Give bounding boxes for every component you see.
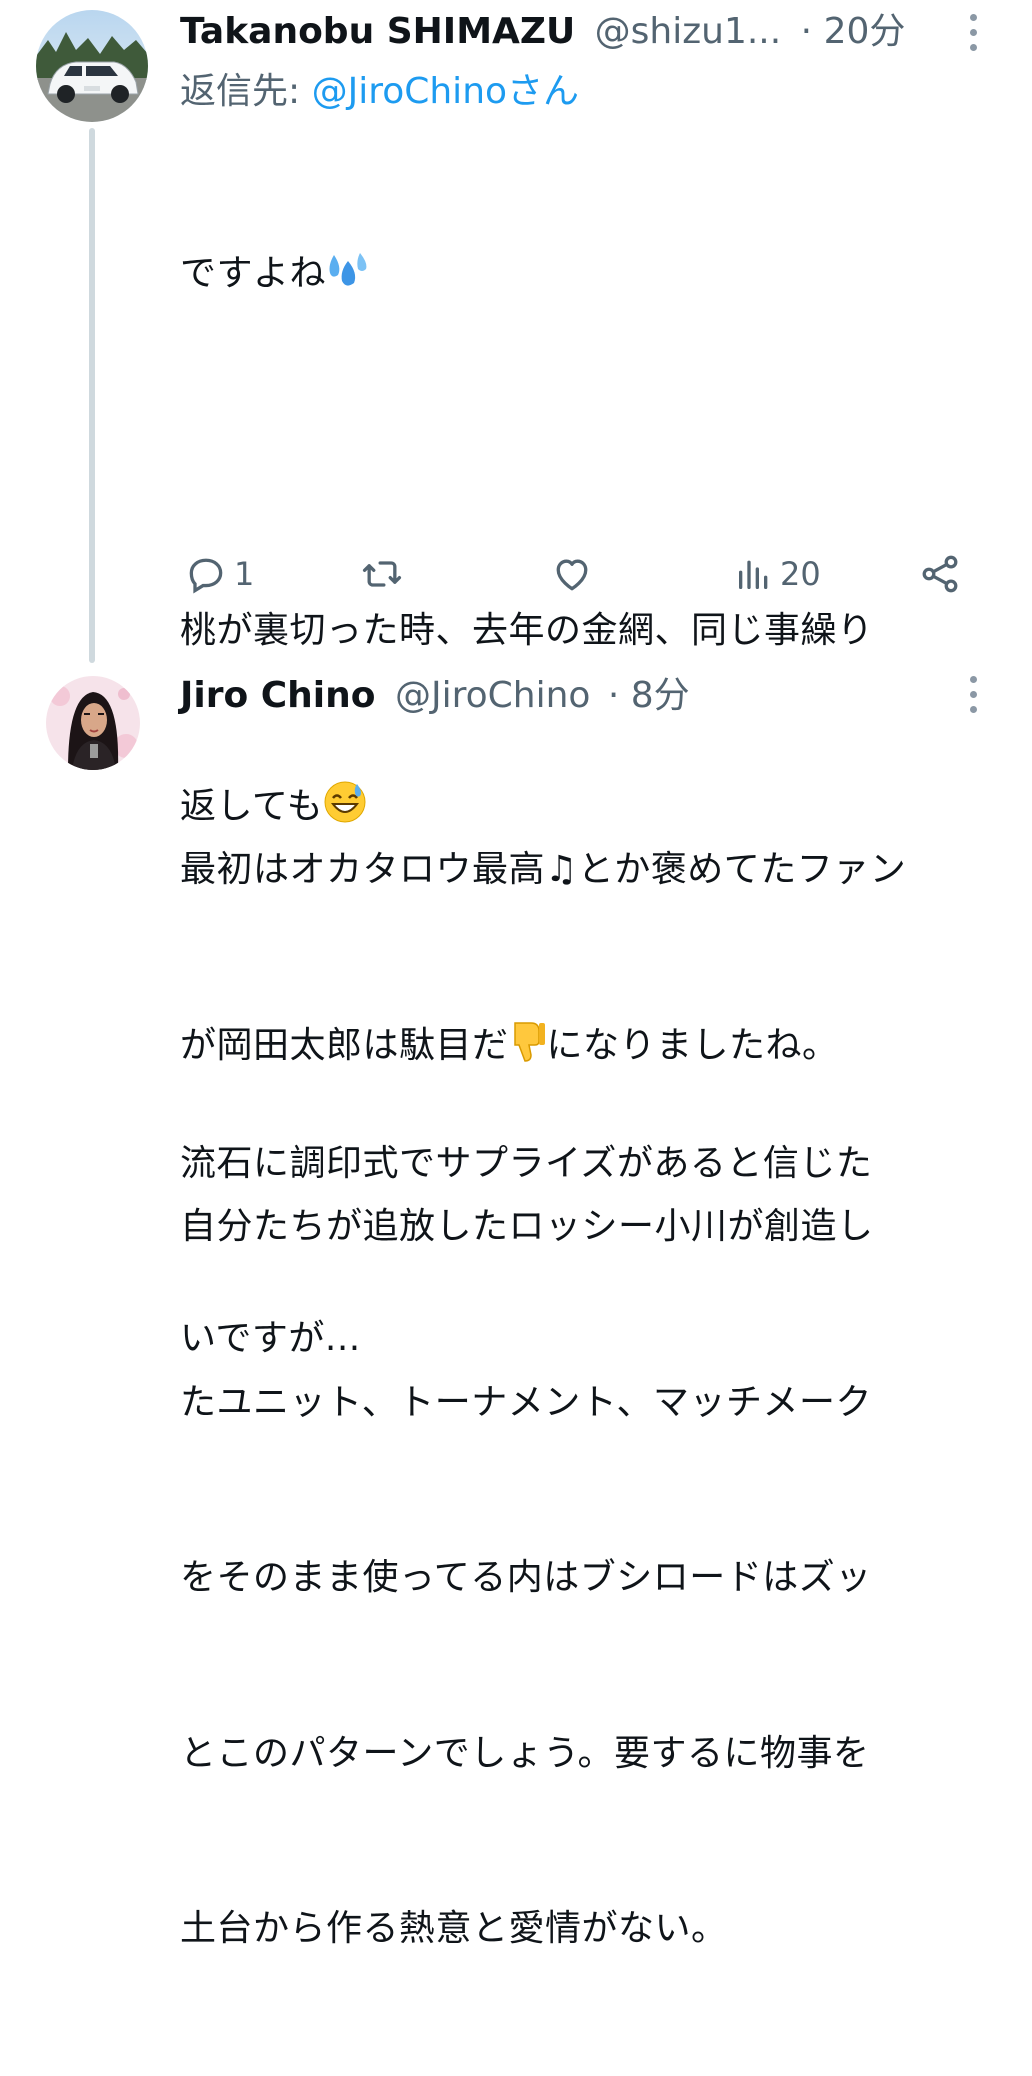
reply-prefix: 返信先: (180, 71, 312, 112)
sweat-droplets-emoji (326, 251, 370, 310)
display-name[interactable]: Jiro Chino (180, 675, 376, 716)
tweet-jiro[interactable]: Jiro Chino @JiroChino · 8分 最初はオカタロウ最高♫とか… (0, 660, 1032, 1949)
tweet-actions: 1 20 (180, 552, 970, 612)
tweet-header: Jiro Chino @JiroChino · 8分 (180, 674, 690, 718)
views-icon (739, 560, 768, 589)
reply-mention-link[interactable]: @JiroChinoさん (312, 71, 579, 112)
body-line: 土台から作る熱意と愛情がない。 (180, 1908, 728, 1949)
share-button[interactable] (918, 552, 962, 596)
separator-dot: · (800, 11, 813, 52)
body-line: とこのパターンでしょう。要するに物事を (180, 1732, 870, 1774)
more-vertical-icon[interactable] (968, 14, 978, 51)
display-name[interactable]: Takanobu SHIMAZU (180, 11, 575, 52)
tweet-body: 最初はオカタロウ最高♫とか褒めてたファン が岡田太郎は駄目だ になりましたね。 自… (180, 724, 1000, 2076)
reply-count: 1 (234, 555, 255, 593)
body-line: 最初はオカタロウ最高♫とか褒めてたファン (180, 849, 907, 890)
avatar-car-photo (36, 10, 148, 122)
repost-button[interactable] (360, 552, 410, 596)
timestamp[interactable]: 8分 (631, 675, 690, 716)
body-line: たユニット、トーナメント、マッチメーク (180, 1381, 873, 1423)
avatar-jiro[interactable] (46, 676, 140, 770)
body-line: をそのまま使ってる内はブシロードはズッ (180, 1557, 872, 1598)
body-line (180, 427, 980, 486)
replying-to: 返信先: @JiroChinoさん (180, 70, 579, 114)
thumbs-down-emoji (509, 1019, 547, 1082)
reply-button[interactable]: 1 (184, 552, 254, 596)
share-icon (922, 555, 958, 593)
body-line: が岡田太郎は駄目だ になりましたね。 (180, 1017, 1000, 1082)
reply-icon (189, 558, 223, 594)
body-line: ですよね (180, 245, 980, 310)
user-handle[interactable]: @shizu1... (595, 11, 782, 52)
heart-icon (556, 559, 588, 591)
tweet-header: Takanobu SHIMAZU @shizu1... · 20分 (180, 10, 905, 54)
more-vertical-icon[interactable] (968, 676, 978, 713)
separator-dot: · (607, 675, 620, 716)
body-line: 自分たちが追放したロッシー小川が創造し (180, 1206, 874, 1247)
like-button[interactable] (550, 552, 600, 596)
tweet-takanobu[interactable]: Takanobu SHIMAZU @shizu1... · 20分 返信先: @… (0, 0, 1032, 1359)
views-count: 20 (780, 555, 821, 593)
avatar-portrait (46, 676, 140, 770)
user-handle[interactable]: @JiroChino (395, 675, 590, 716)
timestamp[interactable]: 20分 (824, 11, 906, 52)
avatar-takanobu[interactable] (36, 10, 148, 122)
thread-connector-line (89, 128, 95, 663)
views-button[interactable]: 20 (734, 552, 821, 596)
repost-icon (362, 561, 402, 587)
